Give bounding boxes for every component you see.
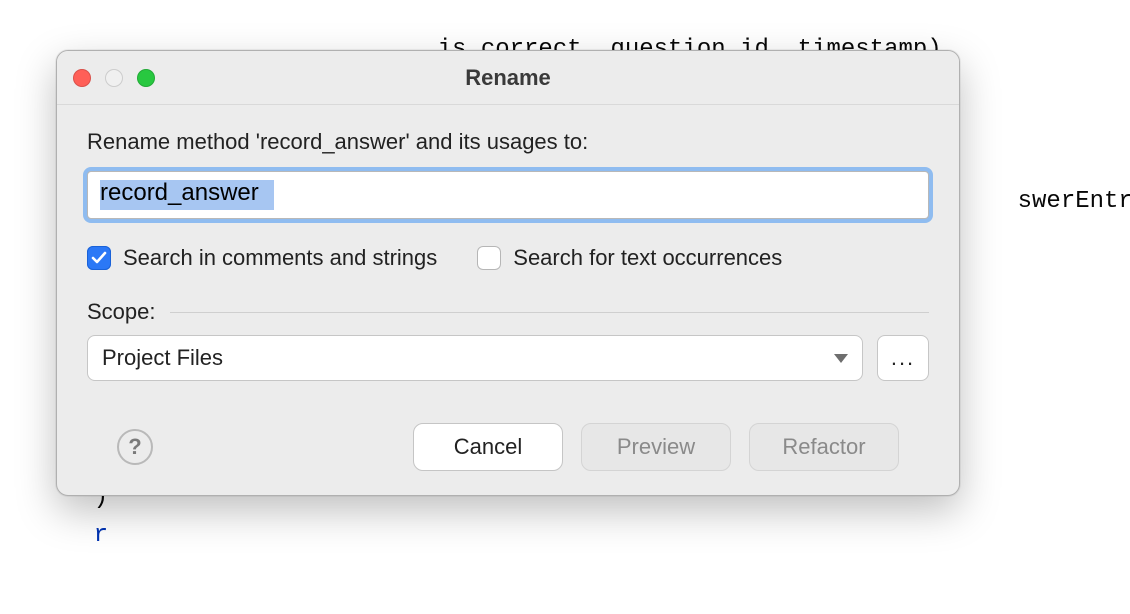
scope-header: Scope: [87, 299, 929, 325]
minimize-icon[interactable] [105, 69, 123, 87]
dialog-titlebar[interactable]: Rename [57, 51, 959, 105]
dialog-footer: ? Cancel Preview Refactor [87, 401, 929, 495]
checkbox-row: Search in comments and strings Search fo… [87, 245, 929, 271]
checkbox-search-comments[interactable]: Search in comments and strings [87, 245, 437, 271]
scope-dropdown-value: Project Files [102, 345, 223, 371]
zoom-icon[interactable] [137, 69, 155, 87]
scope-browse-button[interactable]: ... [877, 335, 929, 381]
refactor-button[interactable]: Refactor [749, 423, 899, 471]
checkbox-unchecked-icon [477, 246, 501, 270]
code-text: r [94, 522, 108, 549]
window-traffic-lights [73, 69, 155, 87]
scope-dropdown[interactable]: Project Files [87, 335, 863, 381]
checkbox-label: Search in comments and strings [123, 245, 437, 271]
rename-input-wrap: record_answer [87, 171, 929, 219]
help-button[interactable]: ? [117, 429, 153, 465]
rename-input[interactable] [87, 171, 929, 219]
rename-prompt-label: Rename method 'record_answer' and its us… [87, 129, 929, 155]
chevron-down-icon [834, 354, 848, 363]
close-icon[interactable] [73, 69, 91, 87]
button-row: Cancel Preview Refactor [413, 423, 899, 471]
scope-label: Scope: [87, 299, 156, 325]
ellipsis-icon: ... [891, 345, 915, 371]
checkbox-label: Search for text occurrences [513, 245, 782, 271]
rename-dialog: Rename Rename method 'record_answer' and… [56, 50, 960, 496]
checkbox-search-text[interactable]: Search for text occurrences [477, 245, 782, 271]
cancel-button[interactable]: Cancel [413, 423, 563, 471]
checkbox-checked-icon [87, 246, 111, 270]
dialog-title: Rename [465, 65, 551, 91]
scope-controls: Project Files ... [87, 335, 929, 381]
help-icon: ? [128, 434, 141, 460]
divider [170, 312, 930, 313]
preview-button[interactable]: Preview [581, 423, 731, 471]
dialog-body: Rename method 'record_answer' and its us… [57, 105, 959, 495]
